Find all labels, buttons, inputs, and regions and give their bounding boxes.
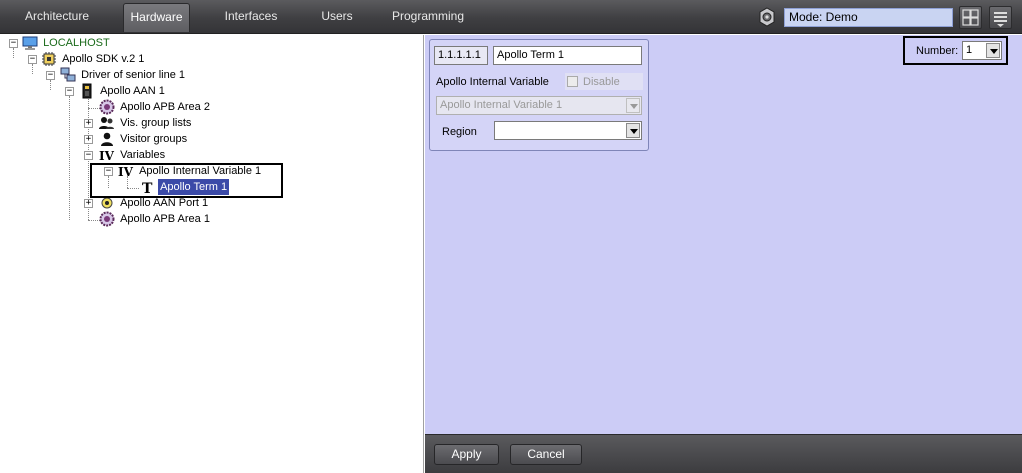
number-value: 1 xyxy=(966,44,973,56)
mode-indicator: Mode: Demo xyxy=(784,8,953,27)
apply-button[interactable]: Apply xyxy=(434,444,499,465)
object-settings-group: 1.1.1.1.1 Apollo Term 1 Apollo Internal … xyxy=(429,39,649,151)
network-icon xyxy=(60,67,76,82)
top-navigation-bar: Architecture Hardware Interfaces Users P… xyxy=(0,0,1022,34)
number-label: Number: xyxy=(916,45,959,57)
expand-toggle-visitor-groups[interactable]: + xyxy=(84,135,93,144)
highlight-frame xyxy=(90,163,283,198)
tree-node-variables[interactable]: IV Variables xyxy=(99,147,167,163)
tree-node-label: Vis. group lists xyxy=(120,117,192,130)
tree-node-label: Apollo SDK v.2 1 xyxy=(62,53,145,66)
expand-toggle-aan-port[interactable]: + xyxy=(84,199,93,208)
number-select[interactable]: 1 xyxy=(962,41,1002,60)
area-icon xyxy=(99,99,115,115)
tab-users[interactable]: Users xyxy=(314,3,360,32)
tree-node-label: Driver of senior line 1 xyxy=(81,69,185,82)
internal-variable-select[interactable]: Apollo Internal Variable 1 xyxy=(436,96,642,115)
object-id-field: 1.1.1.1.1 xyxy=(434,46,488,65)
users-group-icon xyxy=(99,117,114,130)
chip-icon xyxy=(42,52,56,67)
tree-node-driver[interactable]: Driver of senior line 1 xyxy=(60,67,187,83)
tree-node-apollo-aan[interactable]: Apollo AAN 1 xyxy=(79,83,167,99)
internal-variable-value: Apollo Internal Variable 1 xyxy=(440,99,563,111)
gear-icon[interactable] xyxy=(757,7,777,27)
menu-icon xyxy=(994,12,1007,27)
tree-node-label: Apollo APB Area 1 xyxy=(120,213,210,226)
region-select[interactable] xyxy=(494,121,642,140)
layout-grid-button[interactable] xyxy=(959,6,982,29)
expand-toggle-driver[interactable]: − xyxy=(46,71,55,80)
layout-grid-icon xyxy=(962,9,979,26)
tree-node-localhost[interactable]: LOCALHOST xyxy=(22,35,112,51)
region-label: Region xyxy=(442,126,477,138)
tab-hardware[interactable]: Hardware xyxy=(123,3,190,32)
chevron-down-icon xyxy=(626,123,640,138)
tree-node-vis-group-lists[interactable]: Vis. group lists xyxy=(99,115,193,131)
controller-icon xyxy=(82,83,92,99)
svg-text:IV: IV xyxy=(99,149,115,163)
tree-node-label: Apollo APB Area 2 xyxy=(120,101,210,114)
settings-panel: 1.1.1.1.1 Apollo Term 1 Apollo Internal … xyxy=(425,35,1022,434)
chevron-down-icon xyxy=(986,43,1000,58)
expand-toggle-aan[interactable]: − xyxy=(65,87,74,96)
cancel-button[interactable]: Cancel xyxy=(510,444,582,465)
user-icon xyxy=(101,132,113,147)
internal-variable-label: Apollo Internal Variable xyxy=(436,76,549,88)
expand-toggle-sdk[interactable]: − xyxy=(28,55,37,64)
tree-node-label: Variables xyxy=(120,149,166,162)
chevron-down-icon xyxy=(626,98,640,113)
object-name-input[interactable]: Apollo Term 1 xyxy=(493,46,642,65)
computer-icon xyxy=(22,36,38,51)
tree-node-apollo-sdk[interactable]: Apollo SDK v.2 1 xyxy=(41,51,146,67)
number-selector-frame: Number: 1 xyxy=(903,36,1008,65)
tree-node-apb-area-2[interactable]: Apollo APB Area 2 xyxy=(99,99,212,115)
tree-node-label: Visitor groups xyxy=(120,133,188,146)
tree-node-label: LOCALHOST xyxy=(43,37,110,50)
area-icon xyxy=(99,211,115,227)
tab-architecture[interactable]: Architecture xyxy=(16,3,98,32)
hardware-tree: − LOCALHOST − Apollo SDK v.2 1 − Driver … xyxy=(0,35,424,473)
tree-node-apb-area-1[interactable]: Apollo APB Area 1 xyxy=(99,211,212,227)
menu-button[interactable] xyxy=(989,6,1012,29)
expand-toggle-vis-groups[interactable]: + xyxy=(84,119,93,128)
disable-checkbox[interactable] xyxy=(567,76,578,87)
action-bar: Apply Cancel xyxy=(425,434,1022,473)
tree-node-label: Apollo AAN 1 xyxy=(100,85,165,98)
variable-icon: IV xyxy=(99,149,115,163)
expand-toggle-localhost[interactable]: − xyxy=(9,39,18,48)
expand-toggle-variables[interactable]: − xyxy=(84,151,93,160)
tree-node-visitor-groups[interactable]: Visitor groups xyxy=(99,131,189,147)
tab-programming[interactable]: Programming xyxy=(388,3,468,32)
tab-interfaces[interactable]: Interfaces xyxy=(218,3,284,32)
disable-label: Disable xyxy=(583,76,620,88)
